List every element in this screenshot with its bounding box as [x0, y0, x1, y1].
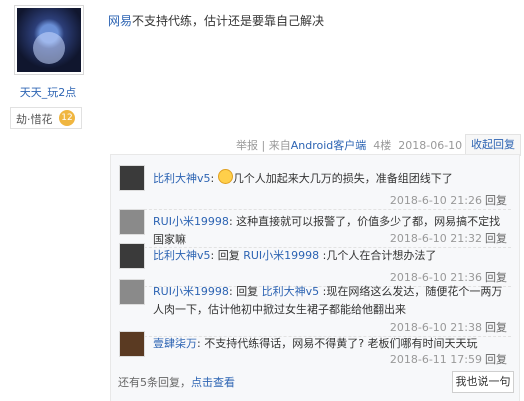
reply-time: 2018-6-10 21:26 — [389, 194, 482, 207]
reply-content: 不支持代练得话，网易不得黄了? 老板们哪有时间天天玩 — [204, 337, 478, 350]
reply-target-user[interactable]: RUI小米19998 — [243, 249, 319, 262]
reply-avatar[interactable] — [119, 279, 145, 305]
client-link[interactable]: Android客户端 — [291, 139, 367, 152]
reply-username[interactable]: RUI小米19998 — [153, 285, 229, 298]
reply-text: 比利大神v5: 回复 RUI小米19998 :几个人在合计想办法了 — [153, 249, 437, 262]
reply-meta: 2018-6-10 21:32 回复 — [390, 230, 507, 246]
reply-time: 2018-6-10 21:38 — [389, 321, 482, 334]
reply-text: 比利大神v5: 几个人加起来大几万的损失，准备组团线下了 — [153, 169, 509, 188]
author-avatar[interactable] — [14, 5, 84, 75]
collapse-replies-button[interactable]: 收起回复 — [465, 134, 521, 156]
reply-text: RUI小米19998: 回复 比利大神v5 :现在网络这么发达，随便花个一两万人… — [153, 285, 503, 316]
reply-username[interactable]: 比利大神v5 — [153, 249, 211, 262]
reply-username[interactable]: 壹肆柒万 — [153, 337, 197, 350]
floor-number: 4楼 — [373, 139, 392, 152]
post-text: 不支持代练，估计还是要靠自己解决 — [132, 14, 325, 28]
reply-meta: 2018-6-10 21:26 回复 — [390, 192, 507, 208]
post-mention-link[interactable]: 网易 — [108, 14, 132, 28]
honor-badge[interactable]: 劫·惜花 12 — [10, 107, 82, 129]
reply-time: 2018-6-10 21:32 — [389, 232, 482, 245]
reply-avatar[interactable] — [119, 331, 145, 357]
reply-username[interactable]: 比利大神v5 — [153, 172, 211, 185]
reply-content: :几个人在合计想办法了 — [319, 249, 437, 262]
reply-button[interactable]: 回复 — [485, 194, 507, 207]
view-more-link[interactable]: 点击查看 — [191, 376, 235, 389]
from-prefix: 来自 — [268, 139, 291, 152]
reply-meta: 2018-6-10 21:38 回复 — [390, 319, 507, 335]
honor-label: 劫·惜花 — [16, 113, 53, 126]
more-replies: 还有5条回复，点击查看 — [118, 374, 235, 390]
reply-button[interactable]: 回复 — [485, 321, 507, 334]
add-reply-button[interactable]: 我也说一句 — [452, 371, 514, 393]
smile-emoji-icon — [217, 169, 233, 184]
reply-avatar[interactable] — [119, 209, 145, 235]
author-username[interactable]: 天天_玩2点 — [0, 84, 96, 100]
reply-button[interactable]: 回复 — [485, 353, 507, 366]
reply-list: 比利大神v5: 几个人加起来大几万的损失，准备组团线下了 2018-6-10 2… — [110, 154, 520, 401]
report-link[interactable]: 举报 — [236, 139, 258, 152]
reply-avatar[interactable] — [119, 165, 145, 191]
reply-target-user[interactable]: 比利大神v5 — [262, 285, 320, 298]
level-badge: 12 — [59, 110, 75, 126]
avatar-image — [17, 8, 81, 72]
reply-divider — [119, 209, 511, 210]
reply-username[interactable]: RUI小米19998 — [153, 215, 229, 228]
post-meta: 举报 | 来自Android客户端 4楼 2018-06-10 21:23 — [236, 137, 497, 153]
author-panel: 天天_玩2点 劫·惜花 12 — [0, 0, 96, 400]
reply-meta: 2018-6-11 17:59 回复 — [390, 351, 507, 367]
reply-avatar[interactable] — [119, 243, 145, 269]
more-replies-text: 还有5条回复， — [118, 376, 191, 389]
post-content: 网易不支持代练，估计还是要靠自己解决 — [108, 12, 324, 29]
reply-content: 几个人加起来大几万的损失，准备组团线下了 — [232, 172, 453, 185]
meta-divider: | — [261, 139, 266, 152]
reply-time: 2018-6-11 17:59 — [389, 353, 482, 366]
reply-button[interactable]: 回复 — [485, 232, 507, 245]
